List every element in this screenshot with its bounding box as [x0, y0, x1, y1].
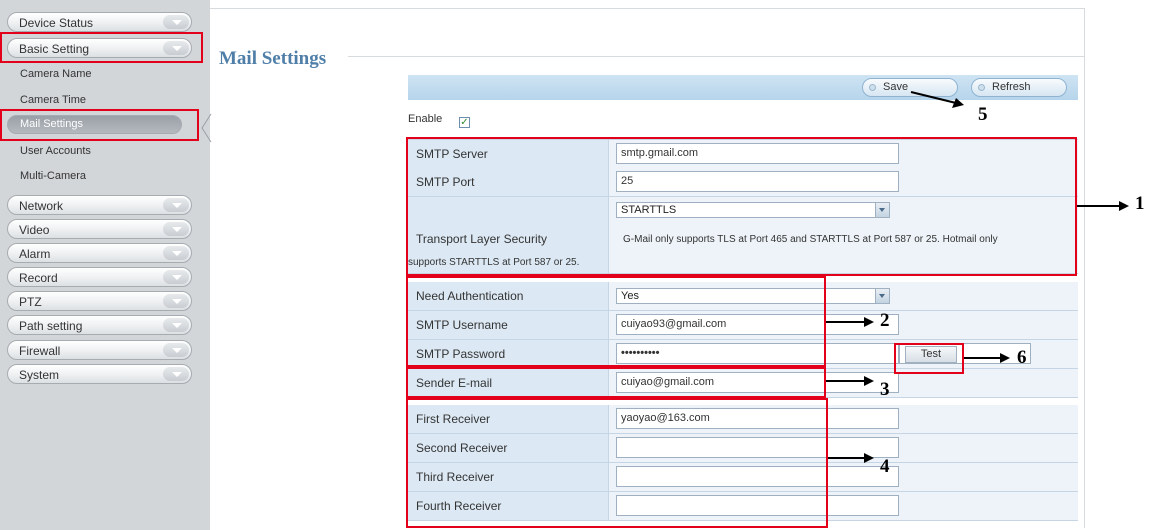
radio-dot-icon	[869, 84, 876, 91]
arrow-1-icon	[1119, 201, 1129, 211]
chevron-down-icon	[163, 367, 189, 381]
enable-checkbox[interactable]: ✓	[459, 117, 470, 128]
menu-label: Network	[19, 199, 64, 213]
menu-label: Video	[19, 223, 50, 237]
arrow-6-line	[964, 357, 1002, 359]
arrow-5-icon	[910, 91, 964, 108]
page-title: Mail Settings	[219, 48, 327, 69]
highlight-basic-setting	[0, 32, 203, 63]
menu-label: Alarm	[19, 247, 51, 261]
refresh-button[interactable]: Refresh	[971, 78, 1067, 97]
sidebar: Device Status Basic Setting Camera Name …	[0, 0, 210, 530]
highlight-group-2	[406, 276, 826, 369]
title-divider	[348, 56, 1084, 57]
chevron-down-icon	[163, 198, 189, 212]
submenu-user-accounts[interactable]: User Accounts	[20, 145, 91, 157]
annotation-2: 2	[880, 310, 890, 331]
selection-pointer	[201, 113, 212, 143]
top-divider	[210, 8, 1084, 9]
menu-record[interactable]: Record	[7, 267, 192, 287]
arrow-1-line	[1077, 205, 1121, 207]
highlight-mail-settings	[0, 109, 199, 141]
toolbar: Save Refresh	[408, 75, 1078, 100]
annotation-3: 3	[880, 379, 890, 400]
menu-label: PTZ	[19, 295, 42, 309]
annotation-4: 4	[880, 456, 890, 477]
menu-label: Record	[19, 271, 58, 285]
enable-label: Enable	[408, 113, 443, 125]
menu-label: Firewall	[19, 344, 61, 358]
arrow-2-line	[826, 321, 866, 323]
menu-network[interactable]: Network	[7, 195, 192, 215]
arrow-4-line	[828, 457, 866, 459]
annotation-6: 6	[1017, 347, 1027, 368]
chevron-down-icon	[163, 15, 189, 29]
submenu-camera-time[interactable]: Camera Time	[20, 94, 86, 106]
menu-firewall[interactable]: Firewall	[7, 340, 192, 360]
chevron-down-icon	[163, 246, 189, 260]
menu-path-setting[interactable]: Path setting	[7, 315, 192, 335]
menu-device-status[interactable]: Device Status	[7, 12, 192, 32]
submenu-camera-name[interactable]: Camera Name	[20, 68, 92, 80]
annotation-5: 5	[978, 104, 988, 125]
menu-ptz[interactable]: PTZ	[7, 291, 192, 311]
highlight-test	[894, 343, 964, 374]
chevron-down-icon	[875, 289, 889, 303]
checkmark-icon: ✓	[460, 117, 469, 128]
chevron-down-icon	[163, 343, 189, 357]
chevron-down-icon	[163, 294, 189, 308]
menu-video[interactable]: Video	[7, 219, 192, 239]
arrow-3-icon	[864, 376, 874, 386]
menu-label: System	[19, 368, 60, 382]
menu-label: Device Status	[19, 16, 94, 30]
highlight-group-3	[406, 365, 826, 398]
arrow-3-line	[826, 380, 866, 382]
chevron-down-icon	[163, 318, 189, 332]
chevron-down-icon	[163, 270, 189, 284]
menu-system[interactable]: System	[7, 364, 192, 384]
submenu-multi-camera[interactable]: Multi-Camera	[20, 170, 86, 182]
arrow-2-icon	[864, 317, 874, 327]
menu-alarm[interactable]: Alarm	[7, 243, 192, 263]
annotation-1: 1	[1135, 193, 1145, 214]
arrow-4-icon	[864, 453, 874, 463]
highlight-group-1	[406, 137, 1077, 276]
arrow-6-icon	[1000, 353, 1010, 363]
chevron-down-icon	[163, 222, 189, 236]
save-label: Save	[883, 81, 909, 93]
highlight-group-4	[406, 398, 828, 528]
radio-dot-icon	[978, 84, 985, 91]
menu-label: Path setting	[19, 319, 83, 333]
refresh-label: Refresh	[992, 81, 1031, 93]
right-border	[1084, 8, 1085, 528]
